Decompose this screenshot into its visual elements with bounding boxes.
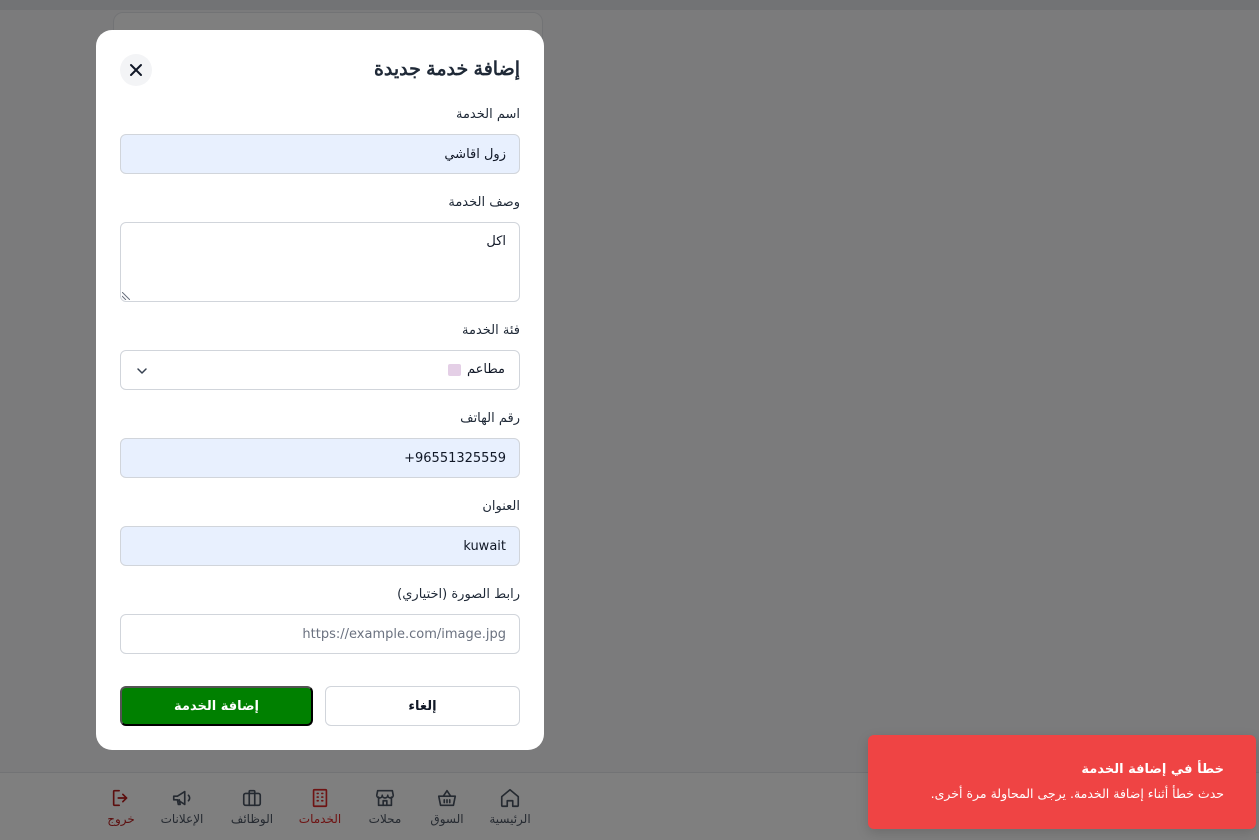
address-input[interactable]	[120, 526, 520, 566]
restaurant-emoji-icon	[448, 363, 461, 376]
select-value: مطاعم	[448, 362, 505, 377]
address-label: العنوان	[482, 499, 520, 514]
image-url-input[interactable]	[120, 614, 520, 654]
category-value: مطاعم	[467, 362, 505, 377]
image-url-label: رابط الصورة (اختياري)	[397, 587, 520, 602]
chevron-down-icon	[137, 368, 147, 374]
service-name-label: اسم الخدمة	[455, 107, 520, 122]
close-button[interactable]	[120, 54, 152, 86]
service-category-select[interactable]: مطاعم	[120, 350, 520, 390]
service-description-textarea[interactable]: اكل	[120, 222, 520, 302]
service-description-label: وصف الخدمة	[448, 195, 520, 210]
phone-input[interactable]	[120, 438, 520, 478]
phone-label: رقم الهاتف	[460, 411, 520, 426]
toast-title: خطأ في إضافة الخدمة	[1081, 762, 1224, 777]
error-toast[interactable]: خطأ في إضافة الخدمة حدث خطأ أثناء إضافة …	[868, 735, 1256, 829]
service-name-input[interactable]	[120, 134, 520, 174]
modal-title: إضافة خدمة جديدة	[373, 59, 520, 80]
add-service-button[interactable]: إضافة الخدمة	[120, 686, 313, 726]
close-icon	[130, 64, 142, 76]
toast-message: حدث خطأ أثناء إضافة الخدمة. يرجى المحاول…	[930, 786, 1224, 801]
add-service-modal: إضافة خدمة جديدة اسم الخدمة وصف الخدمة ا…	[96, 30, 544, 750]
service-category-label: فئة الخدمة	[462, 323, 520, 338]
cancel-button[interactable]: إلغاء	[325, 686, 520, 726]
resize-grip-icon[interactable]	[122, 292, 130, 300]
